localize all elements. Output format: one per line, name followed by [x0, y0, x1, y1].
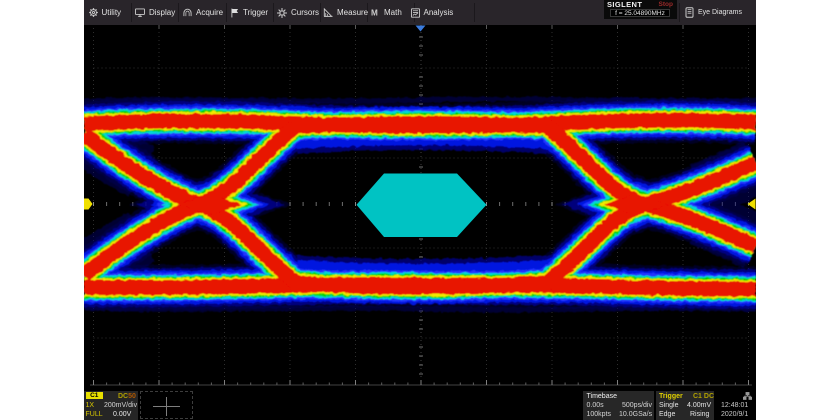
svg-text:M: M	[371, 8, 378, 17]
